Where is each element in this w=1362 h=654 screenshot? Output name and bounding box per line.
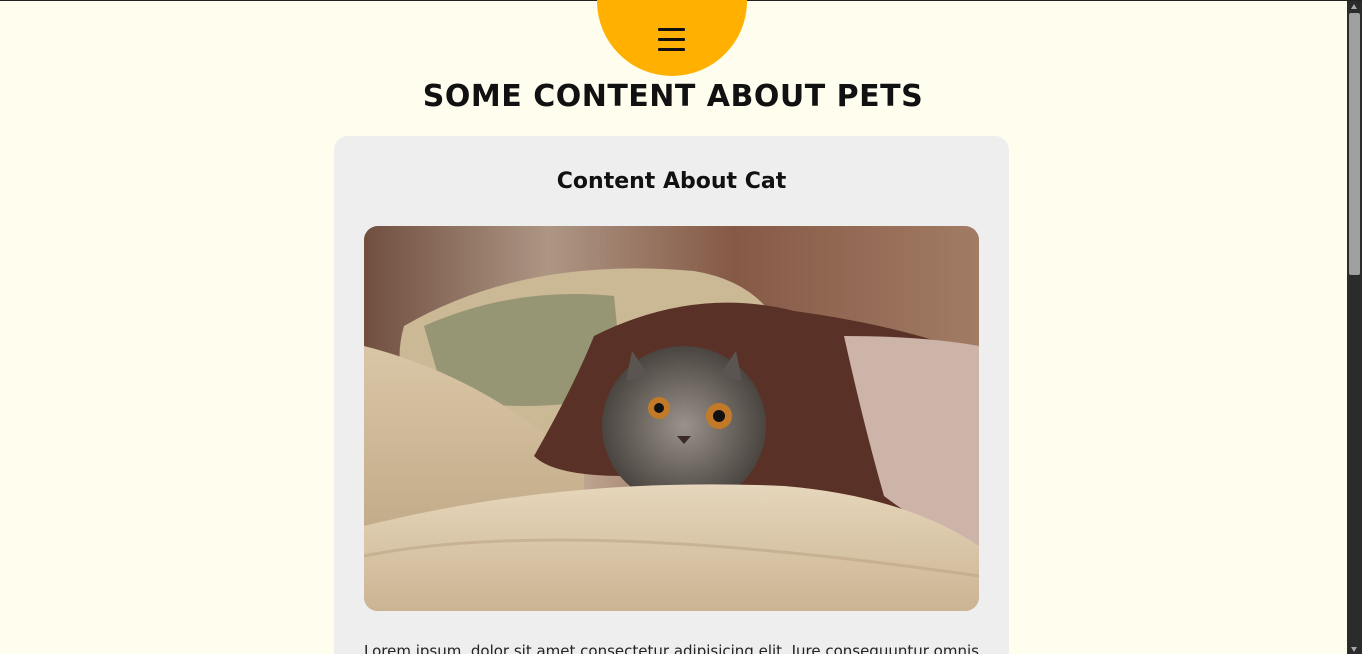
scroll-thumb[interactable] <box>1349 13 1360 275</box>
scroll-up-arrow-icon[interactable] <box>1351 4 1357 9</box>
page-title: SOME CONTENT ABOUT PETS <box>422 79 924 114</box>
menu-button[interactable] <box>597 0 747 76</box>
cat-under-blanket-image <box>364 226 979 611</box>
cat-photo <box>364 226 979 611</box>
scroll-down-arrow-icon[interactable] <box>1351 647 1357 652</box>
cat-content-card: Content About Cat Lorem ipsum, dolor sit… <box>334 136 1009 654</box>
vertical-scrollbar[interactable] <box>1347 1 1362 654</box>
card-body-text: Lorem ipsum, dolor sit amet consectetur … <box>364 642 979 654</box>
hamburger-icon <box>658 28 685 52</box>
card-title: Content About Cat <box>556 169 787 194</box>
